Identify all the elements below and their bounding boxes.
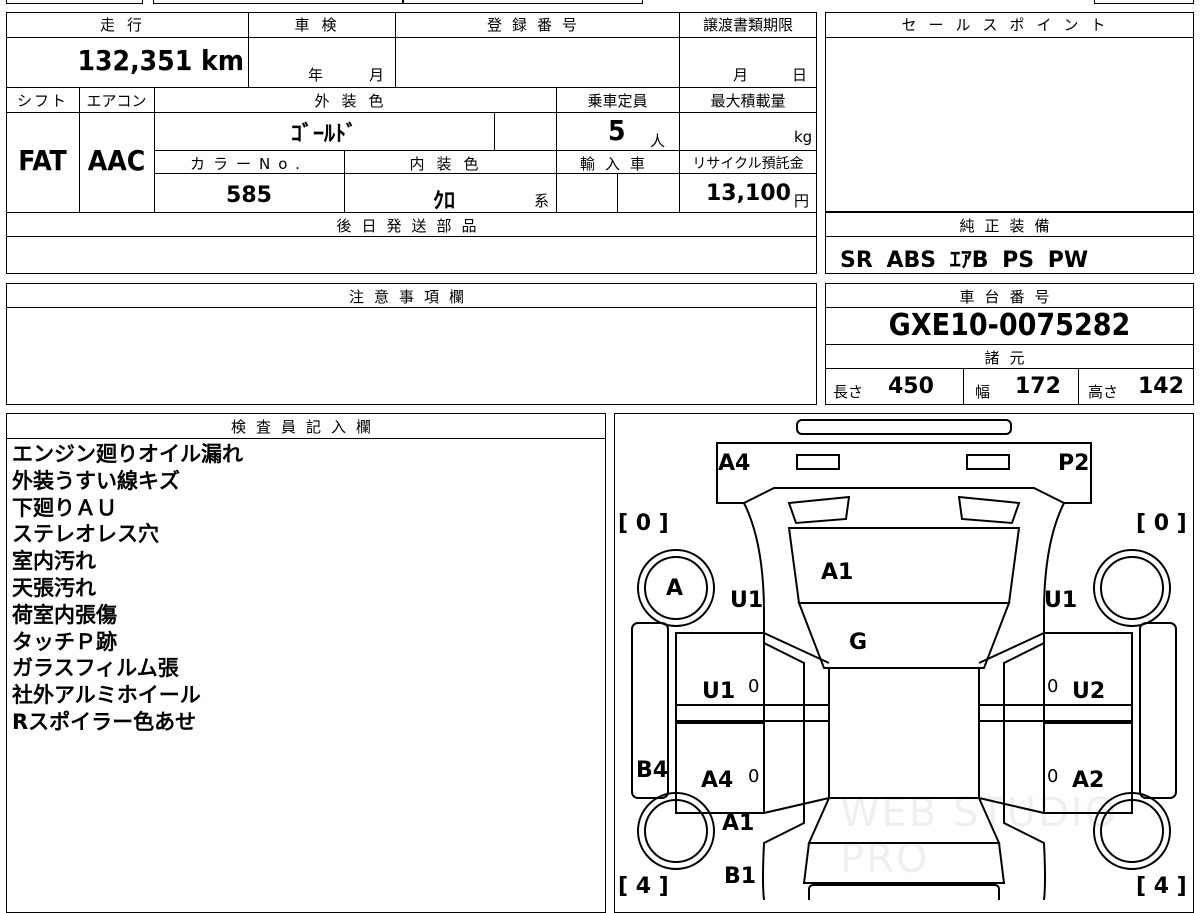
label-u1-right: U1: [1044, 588, 1078, 613]
sales-point-box: [825, 12, 1194, 212]
deadline-day-label: 日: [792, 66, 808, 84]
label-a1-rear: A1: [722, 811, 755, 836]
label-zero-a: 0: [748, 676, 760, 697]
label-a-wheel: A: [666, 576, 684, 601]
inspector-line: ガラスフィルム張: [12, 656, 179, 681]
recycle-header: リサイクル預託金: [692, 156, 804, 172]
chassis-value: GXE10-0075282: [888, 308, 1131, 343]
label-u1-door: U1: [702, 679, 736, 704]
aircon-value: AAC: [87, 144, 146, 177]
transfer-deadline-header: 譲渡書類期限: [702, 16, 793, 34]
width-label: 幅: [975, 383, 991, 401]
label-zero-b: 0: [1047, 676, 1059, 697]
color-no-header: カラーNo.: [190, 155, 308, 173]
label-zero-c: 0: [748, 766, 760, 787]
inspector-header: 検査員記入欄: [230, 418, 381, 436]
interior-color-suffix: 系: [534, 192, 550, 210]
label-a4-door: A4: [701, 768, 734, 793]
chassis-header: 車台番号: [959, 288, 1060, 306]
label-a4-top: A4: [718, 451, 751, 476]
capacity-header: 乗車定員: [587, 92, 648, 110]
interior-color-header: 内装色: [409, 155, 491, 173]
interior-color-value: ｸﾛ: [432, 189, 455, 214]
mileage-header: 走行: [99, 16, 154, 34]
deadline-month-label: 月: [733, 66, 749, 84]
label-b1-rear: B1: [724, 864, 757, 889]
inspector-line: タッチＰ跡: [12, 629, 117, 654]
tire-rear-right: [ 4 ]: [1136, 874, 1187, 899]
color-no-value: 585: [226, 183, 272, 208]
tire-rear-left: [ 4 ]: [618, 874, 669, 899]
length-value: 450: [888, 374, 934, 399]
label-a1-hood: A1: [821, 560, 854, 585]
aircon-header: エアコン: [86, 92, 147, 110]
import-header: 輸入車: [579, 155, 655, 173]
inspection-header: 車検: [294, 16, 349, 34]
capacity-value: 5: [608, 114, 626, 147]
equipment-header: 純正装備: [959, 217, 1060, 235]
shift-value: FAT: [18, 144, 67, 177]
inspector-line: 天張汚れ: [12, 575, 96, 600]
inspector-line: 社外アルミホイール: [12, 683, 201, 708]
mileage-value: 132,351 km: [77, 44, 245, 77]
tire-front-left: [ 0 ]: [618, 511, 669, 536]
max-load-unit: kg: [794, 128, 813, 146]
exterior-color-header: 外装色: [314, 92, 396, 110]
label-u1-left: U1: [730, 588, 764, 613]
inspector-line: ステレオレス穴: [12, 522, 159, 547]
later-parts-header: 後日発送部品: [336, 217, 487, 235]
length-label: 長さ: [833, 383, 864, 401]
label-b4: B4: [636, 758, 669, 783]
top-fragment-strip: [6, 0, 1194, 6]
label-g-glass: G: [849, 630, 868, 655]
inspector-line: 室内汚れ: [12, 549, 96, 574]
label-p2-top: P2: [1058, 451, 1090, 476]
inspector-line: エンジン廻りオイル漏れ: [12, 442, 243, 466]
exterior-color-value: ｺﾞｰﾙﾄﾞ: [290, 122, 357, 147]
recycle-unit: 円: [794, 192, 810, 210]
inspection-year-label: 年: [308, 66, 324, 84]
specs-header: 諸元: [984, 349, 1035, 367]
notes-header: 注意事項欄: [348, 288, 474, 306]
height-label: 高さ: [1088, 383, 1119, 401]
inspector-lines: エンジン廻りオイル漏れ 外装うすい線キズ 下廻りＡＵ ステレオレス穴 室内汚れ …: [12, 441, 592, 736]
tire-front-right: [ 0 ]: [1136, 511, 1187, 536]
label-a2-door: A2: [1072, 768, 1105, 793]
registration-header: 登録番号: [486, 16, 587, 34]
shift-header: シフト: [16, 92, 68, 110]
watermark: WEB STUDIO PRO: [840, 790, 1119, 882]
inspector-line: Rスポイラー色あせ: [12, 709, 197, 734]
max-load-header: 最大積載量: [710, 92, 786, 110]
label-zero-d: 0: [1047, 766, 1059, 787]
inspection-month-label: 月: [369, 66, 385, 84]
label-u2-door: U2: [1072, 679, 1106, 704]
sales-point-header: セールスポイント: [901, 16, 1118, 34]
recycle-value: 13,100: [706, 181, 791, 206]
width-value: 172: [1015, 374, 1061, 399]
inspector-line: 荷室内張傷: [12, 602, 117, 627]
equipment-value: SR ABS ｴｱB PS PW: [840, 248, 1089, 273]
inspector-line: 下廻りＡＵ: [12, 495, 117, 520]
inspector-line: 外装うすい線キズ: [12, 468, 180, 493]
capacity-unit: 人: [650, 132, 666, 150]
height-value: 142: [1138, 374, 1184, 399]
